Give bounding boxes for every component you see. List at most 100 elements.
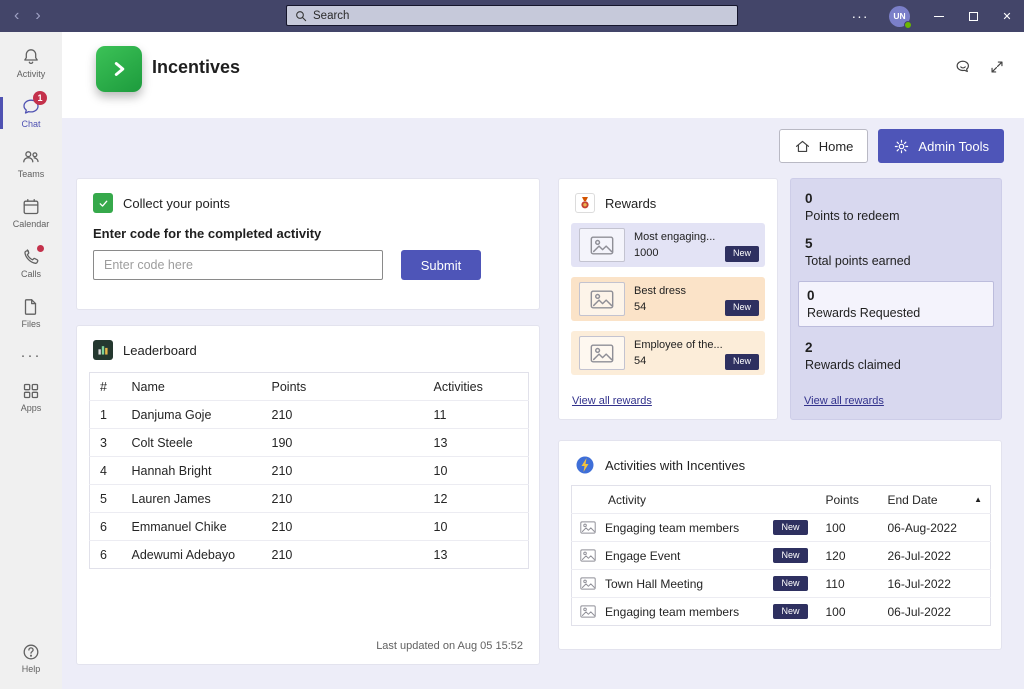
sidebar-item-chat[interactable]: Chat 1 xyxy=(0,88,62,138)
column-header-activities: Activities xyxy=(424,373,529,401)
app-rail: Activity Chat 1 Teams Calendar Calls Fil… xyxy=(0,32,62,689)
sidebar-item-help[interactable]: Help xyxy=(0,633,62,683)
table-row[interactable]: Town Hall Meeting New 110 16-Jul-2022 xyxy=(572,570,991,598)
sidebar-item-files[interactable]: Files xyxy=(0,288,62,338)
photo-icon xyxy=(580,577,596,590)
submit-button[interactable]: Submit xyxy=(401,250,481,280)
rail-more-apps-icon[interactable]: ··· xyxy=(0,338,62,372)
history-nav: ‹ › xyxy=(14,8,41,24)
back-icon[interactable]: ‹ xyxy=(14,8,19,24)
collect-points-card: Collect your points Enter code for the c… xyxy=(76,178,540,310)
titlebar-controls: ··· UN ✕ xyxy=(843,0,1024,32)
table-row[interactable]: Engaging team members New 100 06-Jul-202… xyxy=(572,598,991,626)
home-button-label: Home xyxy=(819,139,854,154)
page-title: Incentives xyxy=(152,57,240,78)
view-all-rewards-link[interactable]: View all rewards xyxy=(572,395,652,407)
stat-rewards-requested[interactable]: 0 Rewards Requested xyxy=(798,281,994,327)
admin-tools-button[interactable]: Admin Tools xyxy=(878,129,1004,163)
sidebar-item-calls[interactable]: Calls xyxy=(0,238,62,288)
avatar-initials: UN xyxy=(893,11,905,21)
stat-points-to-redeem: 0 Points to redeem xyxy=(805,191,987,223)
home-button[interactable]: Home xyxy=(779,129,869,163)
cell-name: Danjuma Goje xyxy=(122,401,262,429)
leaderboard-table: # Name Points Activities 1 Danjuma Goje … xyxy=(89,372,529,569)
code-input[interactable] xyxy=(93,250,383,280)
sidebar-item-label: Activity xyxy=(17,70,46,79)
avatar[interactable]: UN xyxy=(889,6,910,27)
reward-list-item[interactable]: Most engaging... 1000 New xyxy=(571,223,765,267)
photo-icon xyxy=(579,228,625,262)
sidebar-item-label: Calendar xyxy=(13,220,50,229)
activity-name: Town Hall Meeting xyxy=(605,577,764,591)
cell-rank: 6 xyxy=(90,513,122,541)
cell-points: 190 xyxy=(262,429,424,457)
sort-ascending-icon[interactable]: ▲ xyxy=(974,495,982,504)
cell-rank: 5 xyxy=(90,485,122,513)
cell-name: Colt Steele xyxy=(122,429,262,457)
close-button[interactable]: ✕ xyxy=(990,0,1024,32)
stat-label: Total points earned xyxy=(805,254,987,268)
cell-name: Hannah Bright xyxy=(122,457,262,485)
cell-activities: 12 xyxy=(424,485,529,513)
column-header-activity: Activity xyxy=(572,486,818,514)
expand-icon[interactable] xyxy=(988,58,1006,76)
sidebar-item-label: Calls xyxy=(21,270,41,279)
new-badge: New xyxy=(773,520,807,536)
cell-activities: 10 xyxy=(424,513,529,541)
cell-name: Lauren James xyxy=(122,485,262,513)
new-badge: New xyxy=(725,300,759,316)
cell-activities: 10 xyxy=(424,457,529,485)
activities-table: Activity Points End Date ▲ Engaging team… xyxy=(571,485,991,626)
activities-header-row: Activity Points End Date ▲ xyxy=(572,486,991,514)
rewards-title: Rewards xyxy=(605,196,656,211)
table-row: 5 Lauren James 210 12 xyxy=(90,485,529,513)
app-header: Incentives xyxy=(62,32,1024,118)
table-row: 6 Emmanuel Chike 210 10 xyxy=(90,513,529,541)
leaderboard-card: Leaderboard # Name Points Activities 1 D… xyxy=(76,325,540,665)
photo-icon xyxy=(580,605,596,618)
cell-points: 210 xyxy=(262,401,424,429)
reward-list-item[interactable]: Best dress 54 New xyxy=(571,277,765,321)
cell-points: 210 xyxy=(262,485,424,513)
dashboard-toolbar: Home Admin Tools xyxy=(779,129,1004,163)
calendar-icon xyxy=(21,197,41,217)
maximize-button[interactable] xyxy=(956,0,990,32)
sidebar-item-calendar[interactable]: Calendar xyxy=(0,188,62,238)
sidebar-item-teams[interactable]: Teams xyxy=(0,138,62,188)
more-options-icon[interactable]: ··· xyxy=(843,8,877,24)
activities-card: Activities with Incentives Activity Poin… xyxy=(558,440,1002,650)
column-header-end-date[interactable]: End Date ▲ xyxy=(880,486,991,514)
view-all-rewards-link[interactable]: View all rewards xyxy=(804,395,884,407)
cell-activities: 11 xyxy=(424,401,529,429)
sidebar-item-apps[interactable]: Apps xyxy=(0,372,62,422)
sidebar-item-label: Teams xyxy=(18,170,45,179)
last-updated-text: Last updated on Aug 05 15:52 xyxy=(376,640,523,652)
reward-list-item[interactable]: Employee of the... 54 New xyxy=(571,331,765,375)
photo-icon xyxy=(580,549,596,562)
activity-name: Engaging team members xyxy=(605,605,764,619)
forward-icon[interactable]: › xyxy=(35,8,40,24)
cell-activities: 13 xyxy=(424,429,529,457)
feedback-icon[interactable] xyxy=(954,58,972,76)
new-badge: New xyxy=(773,548,807,564)
table-row[interactable]: Engaging team members New 100 06-Aug-202… xyxy=(572,514,991,542)
column-header-points: Points xyxy=(262,373,424,401)
table-row: 4 Hannah Bright 210 10 xyxy=(90,457,529,485)
people-icon xyxy=(21,147,41,167)
minimize-button[interactable] xyxy=(922,0,956,32)
photo-icon xyxy=(579,336,625,370)
activity-name: Engaging team members xyxy=(605,521,764,535)
activity-end-date: 16-Jul-2022 xyxy=(880,570,991,598)
stat-label: Points to redeem xyxy=(805,209,987,223)
cell-points: 210 xyxy=(262,457,424,485)
cell-points: 210 xyxy=(262,513,424,541)
dashboard: Home Admin Tools Collect your points Ent… xyxy=(62,118,1024,689)
cell-rank: 6 xyxy=(90,541,122,569)
search-input[interactable]: Search xyxy=(286,5,738,26)
column-header-points: Points xyxy=(818,486,880,514)
sidebar-item-activity[interactable]: Activity xyxy=(0,38,62,88)
stat-value: 0 xyxy=(807,288,985,303)
table-row[interactable]: Engage Event New 120 26-Jul-2022 xyxy=(572,542,991,570)
reward-name: Most engaging... xyxy=(634,231,715,243)
activity-points: 100 xyxy=(818,514,880,542)
